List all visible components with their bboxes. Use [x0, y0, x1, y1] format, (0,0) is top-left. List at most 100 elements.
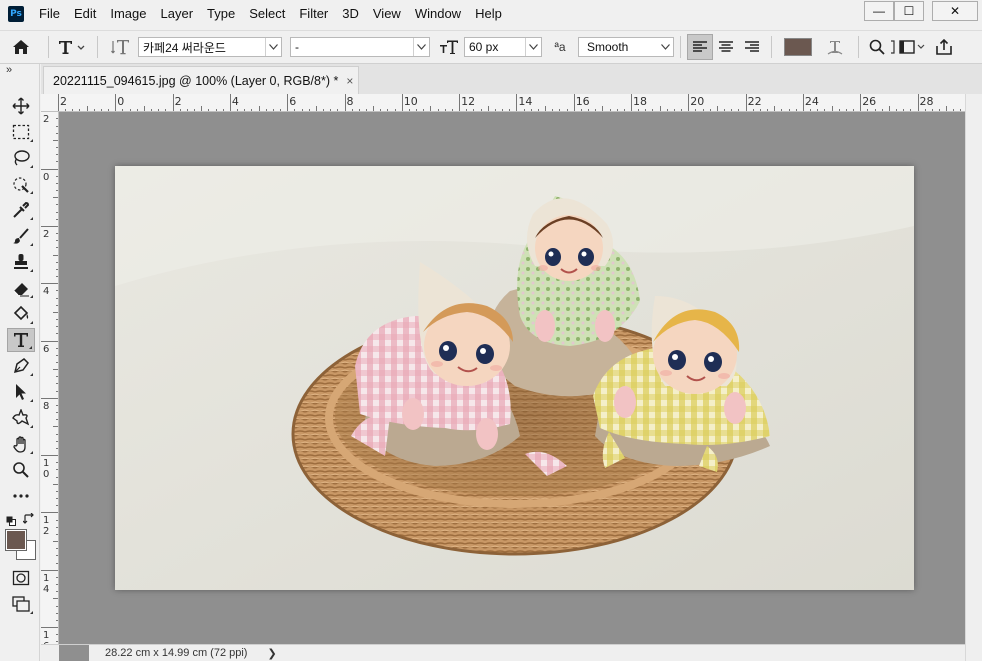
text-color-swatch [784, 38, 812, 56]
menu-3d[interactable]: 3D [335, 0, 366, 28]
separator [97, 36, 98, 58]
menu-help[interactable]: Help [468, 0, 509, 28]
text-orientation-icon[interactable] [104, 38, 138, 56]
ruler-major-tick [802, 94, 804, 111]
document-tab-bar: 20221115_094615.jpg @ 100% (Layer 0, RGB… [41, 64, 982, 94]
align-right-button[interactable] [739, 34, 765, 60]
document-image[interactable] [115, 166, 914, 590]
maximize-button[interactable]: ☐ [894, 1, 924, 21]
tool-preset-type-icon[interactable] [55, 39, 91, 55]
home-icon[interactable] [0, 39, 42, 55]
status-bar: 28.22 cm x 14.99 cm (72 ppi) ❯ [41, 644, 965, 661]
custom-shape-tool[interactable] [7, 406, 35, 430]
ruler-label: 14 [518, 95, 533, 108]
type-tool[interactable] [7, 328, 35, 352]
ruler-major-tick [688, 94, 690, 111]
align-center-button[interactable] [713, 34, 739, 60]
swap-colors-icon[interactable] [22, 512, 35, 525]
zoom-tool[interactable] [7, 458, 35, 482]
ruler-major-tick [631, 94, 632, 111]
horizontal-ruler[interactable]: 2 0 2 4 6 8 10 12 14 16 18 20 22 24 26 28 [41, 94, 965, 112]
eyedropper-icon [13, 201, 30, 218]
menu-select[interactable]: Select [242, 0, 292, 28]
quick-mask-icon [12, 570, 30, 586]
minimize-button[interactable]: — [864, 1, 894, 21]
document-tab[interactable]: 20221115_094615.jpg @ 100% (Layer 0, RGB… [43, 66, 359, 94]
eyedropper-tool[interactable] [7, 198, 35, 222]
ruler-major-tick [573, 94, 575, 111]
ruler-label: 28 [919, 95, 934, 108]
antialias-select[interactable]: Smooth [578, 37, 674, 57]
tool-group-indicator [30, 295, 33, 298]
menu-view[interactable]: View [366, 0, 408, 28]
ruler-major-tick [41, 569, 58, 571]
ruler-label: 26 [862, 95, 877, 108]
font-size-select[interactable]: 60 px [464, 37, 542, 57]
ruler-label: 20 [690, 95, 705, 108]
path-selection-tool[interactable] [7, 380, 35, 404]
text-color-button[interactable] [778, 38, 818, 56]
foreground-color-swatch[interactable] [5, 529, 27, 551]
brush-tool[interactable] [7, 224, 35, 248]
antialias-icon: ªa [554, 40, 566, 54]
warp-text-icon[interactable] [818, 38, 852, 56]
marquee-tool[interactable] [7, 120, 35, 144]
share-icon[interactable] [927, 39, 961, 55]
ruler-label: 4 [231, 95, 239, 108]
photo-of-dolls-in-basket [115, 166, 914, 590]
paint-bucket-tool[interactable] [7, 302, 35, 326]
close-window-button[interactable]: ✕ [932, 1, 978, 21]
hand-tool[interactable] [7, 432, 35, 456]
font-style-value: - [295, 40, 299, 54]
separator [858, 36, 859, 58]
tool-group-indicator [30, 611, 33, 614]
menu-file[interactable]: File [32, 0, 67, 28]
edit-toolbar-button[interactable] [7, 484, 35, 508]
vertical-ruler[interactable]: 2 0 2 4 6 8 1 0 1 2 1 4 1 6 [41, 112, 59, 644]
ruler-major-tick [459, 94, 461, 111]
align-left-button[interactable] [687, 34, 713, 60]
eraser-tool[interactable] [7, 276, 35, 300]
menu-window[interactable]: Window [408, 0, 468, 28]
ruler-major-tick [41, 168, 58, 170]
default-colors-icon[interactable] [6, 514, 16, 526]
ruler-major-tick [115, 94, 117, 111]
status-menu-chevron-icon[interactable]: ❯ [267, 647, 276, 660]
move-tool[interactable] [7, 94, 35, 118]
font-family-select[interactable]: 카페24 써라운드 [138, 37, 282, 57]
menu-layer[interactable]: Layer [154, 0, 201, 28]
menu-image[interactable]: Image [103, 0, 153, 28]
ruler-label: 0 [43, 171, 50, 183]
chevron-down-icon [265, 38, 281, 56]
document-size-info: 28.22 cm x 14.99 cm (72 ppi) [105, 647, 248, 659]
font-style-select[interactable]: - [290, 37, 430, 57]
ruler-label: 16 [575, 95, 590, 108]
lasso-tool[interactable] [7, 146, 35, 170]
workspace-icon[interactable] [897, 40, 927, 54]
screen-mode-icon [12, 596, 30, 612]
quick-select-tool[interactable] [7, 172, 35, 196]
ruler-major-tick [41, 512, 58, 514]
menu-type[interactable]: Type [200, 0, 242, 28]
ruler-label: 12 [461, 95, 476, 108]
brush-icon [13, 228, 29, 244]
ruler-label: 6 [289, 95, 297, 108]
search-icon[interactable] [865, 39, 889, 55]
expand-panel-button[interactable]: » [6, 64, 12, 76]
tool-group-indicator [30, 399, 33, 402]
ruler-label: 1 2 [43, 515, 50, 538]
pen-tool[interactable] [7, 354, 35, 378]
quick-mask-button[interactable] [7, 566, 35, 590]
menu-edit[interactable]: Edit [67, 0, 103, 28]
zoom-level-field[interactable] [59, 644, 89, 661]
window-controls: — ☐ ✕ [864, 0, 982, 24]
screen-mode-button[interactable] [7, 592, 35, 616]
close-tab-button[interactable]: × [346, 74, 353, 88]
menu-filter[interactable]: Filter [292, 0, 335, 28]
clone-stamp-tool[interactable] [7, 250, 35, 274]
tool-group-indicator [30, 321, 33, 324]
ruler-major-tick [344, 94, 346, 111]
ruler-major-tick [917, 94, 919, 111]
canvas-area[interactable] [59, 112, 965, 644]
photoshop-logo-icon: Ps [8, 6, 24, 22]
